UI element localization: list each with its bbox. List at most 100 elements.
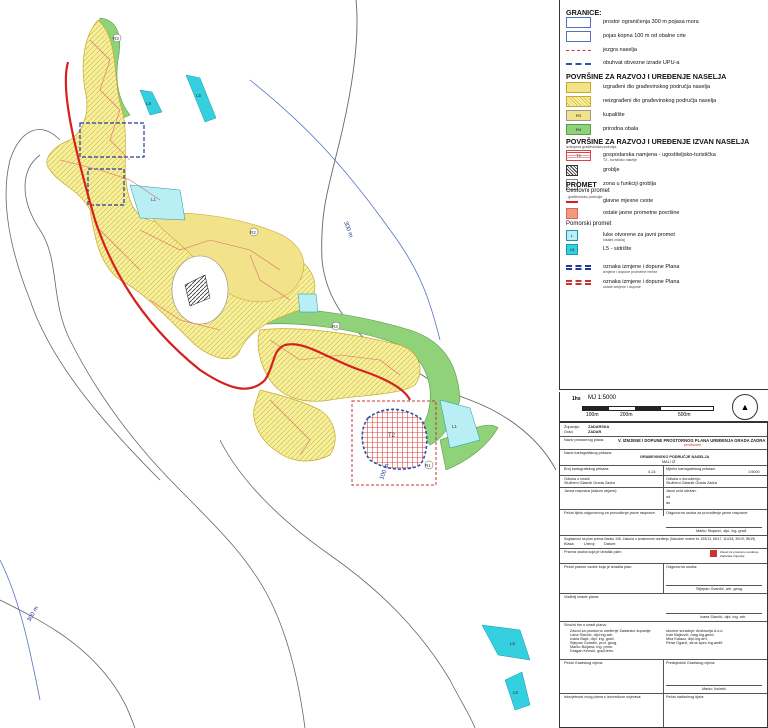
tb-divider: [560, 621, 767, 622]
tb-odgovorna-name: Marko Stojanić, dipl. ing. građ.: [696, 529, 748, 533]
legend-item-izgradeni: izgrađeni dio građevinskog područja nase…: [566, 82, 766, 94]
tb-mjerilo-label: Mjerilo kartografskog prikaza:: [666, 467, 716, 471]
tb-odg-osoba-name: Slijepan Gvardić, arh. geog.: [696, 587, 743, 591]
tb-sign-line: [666, 527, 762, 528]
legend-cestovni: Cestovni promet: [566, 188, 610, 194]
l1-label-east: L1: [452, 424, 458, 429]
map-canvas[interactable]: T2 R3 R2 R3 R1 L1 L1 L5 L5 L5 L5 300 m 3…: [0, 0, 558, 728]
tb-grad-label: Grad:: [564, 430, 574, 434]
tb-pecat-label: Pečat tijela odgovornog za provođenje ja…: [564, 511, 656, 515]
l5-label-2: L5: [196, 93, 202, 98]
legend-item-neizgradeni: neizgrađeni dio građevinskog područja na…: [566, 96, 766, 108]
tb-predsjednik-label: Predsjednik Gradskog vijeća:: [666, 661, 716, 665]
tb-izradivac-label: Pravna osoba koja je izradila plan:: [564, 550, 622, 554]
tb-broj: 4.13.: [648, 470, 657, 474]
l5-label-1: L5: [146, 101, 152, 106]
swatch-upu: [566, 63, 591, 65]
tb-od: od: [666, 495, 671, 499]
legend-naselja-title: POVRŠINE ZA RAZVOJ I UREĐENJE NASELJA: [566, 72, 727, 81]
tb-divider: [560, 593, 767, 594]
tb-kartografski-sub: MALI IŽ: [662, 460, 676, 464]
legend-izvan-subtitle: izdvojena građevinska područja: [566, 145, 617, 149]
tb-datum: Datum:: [604, 542, 617, 546]
legend-item-luke: L luke otvorene za javni promet lokalni …: [566, 230, 766, 242]
tb-grad: ZADAR: [588, 430, 602, 434]
legend-pomorski: Pomorski promet: [566, 221, 612, 227]
tb-divider: [560, 535, 767, 536]
tb-odgovorna-label: Odgovorna osoba za provođenje javne rasp…: [666, 511, 749, 515]
tb-sign-line: [666, 685, 762, 686]
tb-istovjetnost-label: Istovjetnost ovog plana s izvornikom ovj…: [564, 695, 642, 699]
swatch-groblje: [566, 165, 578, 176]
legend-item-izmjena-prometa: oznaka izmjene i dopune Plana izmjene i …: [566, 262, 766, 274]
r2-label-1: R2: [250, 230, 256, 235]
tb-do: do: [666, 501, 671, 505]
scale-tick-100: 100m: [586, 412, 599, 418]
tb-odg-osoba-label: Odgovorna osoba:: [666, 565, 698, 569]
scale-n: 1hs: [572, 396, 581, 402]
tb-izradivac-logo-txt: Zavod za prostorno uređenje Zadarske žup…: [720, 550, 759, 558]
port-l1-centre: [297, 293, 319, 313]
l5-label-3: L5: [510, 641, 516, 646]
tb-odluka2: Službeni Glasnik Grada Zadra: [666, 481, 717, 485]
swatch-300m: [566, 17, 591, 28]
swatch-izgradeni: [566, 82, 591, 93]
tb-divider: [560, 693, 767, 694]
label-300m-east: 300 m: [342, 221, 353, 239]
scale-ratio: MJ 1:5000: [588, 395, 617, 401]
legend-item-300m: prostor ograničenja 300 m pojasa mora: [566, 17, 766, 29]
scale-bar: [582, 406, 714, 411]
tb-urbroj: Urbroj:: [584, 542, 596, 546]
tb-plan-label: Naziv prostornog plana:: [564, 438, 605, 442]
tb-suglasnost: Suglasnost na plan prema članku 108. Zak…: [564, 537, 756, 541]
tourist-zone-t2: [361, 408, 428, 470]
tb-klasa: Klasa:: [564, 542, 575, 546]
anchorage-l5-north-2: [185, 74, 217, 123]
swatch-jezgra: [566, 50, 591, 51]
tb-voditelj-name: Ivana Slavčić, dipl. ing. arh.: [700, 615, 747, 619]
legend-item-groblje: groblje: [566, 165, 766, 177]
tb-javna-label: Javna rasprava (datum objave):: [564, 489, 618, 493]
tb-kartografski: GRAĐEVINSKO PODRUČJE NASELJA: [640, 455, 710, 459]
tb-pecat2-label: Pečat pravne osobe koja je izradila plan…: [564, 565, 633, 569]
r3-label-1: R3: [113, 36, 119, 41]
swatch-t2: T2: [566, 150, 591, 161]
l1-label-north: L1: [151, 197, 157, 202]
coastline-south: [0, 439, 476, 728]
tb-divider: [560, 509, 767, 510]
tb-broj-label: Broj kartografskog prikaza:: [564, 467, 610, 471]
tb-divider: [560, 436, 767, 437]
legend-panel: GRANICE: prostor ograničenja 300 m pojas…: [559, 0, 768, 390]
swatch-prirodna-obala: R4: [566, 124, 591, 135]
legend-granice-title: GRANICE:: [566, 8, 602, 17]
swatch-neizgradeni: [566, 96, 591, 107]
tb-divider: [560, 449, 767, 450]
swatch-kupaliste: R3: [566, 110, 591, 121]
tb-pecat3-label: Pečat Gradskog vijeća:: [564, 661, 604, 665]
r3-label-2: R3: [332, 324, 338, 329]
swatch-izmjena-prometa: [566, 265, 591, 270]
tb-tim2-3: Petar Ogarić, struč.spec.ing.aedif.: [666, 641, 724, 645]
scale-bar-panel: 1hs MJ 1:5000 100m 200m 500m ▲: [559, 392, 768, 422]
legend-item-prirodna-obala: R4 prirodna obala: [566, 124, 766, 136]
tb-divider: [560, 548, 767, 549]
legend-item-kupaliste: R3 kupalište: [566, 110, 766, 122]
tb-voditelj-label: Voditelj izrade plana:: [564, 595, 600, 599]
legend-item-100m: pojas kopna 100 m od obalne crte: [566, 31, 766, 43]
swatch-sidriste: L5: [566, 244, 578, 255]
swatch-glavne-ceste: [566, 201, 578, 203]
legend-item-izmjena-ostalo: oznaka izmjene i dopune Plana ostale izm…: [566, 277, 766, 289]
izradivac-logo: [710, 550, 717, 557]
legend-item-upu: obuhvat obvezne izrade UPU-a: [566, 58, 766, 70]
tb-odluka: Službeni Glasnik Grada Zadra: [564, 481, 615, 485]
tb-tim-5: Dragan Krinski, građ.tehn.: [570, 649, 615, 653]
limit-300m-west: [0, 559, 41, 701]
swatch-luke: L: [566, 230, 578, 241]
tb-mjerilo: 1:5000: [748, 470, 760, 474]
anchorage-l5-south-1: [481, 624, 531, 661]
tb-kartografski-label: Naziv kartografskog prikaza:: [564, 451, 612, 455]
tb-tim-label: Stručni tim u izradi plana:: [564, 623, 607, 627]
tb-sign-line: [666, 613, 762, 614]
swatch-100m: [566, 31, 591, 42]
tb-zupanija-label: Županija:: [564, 425, 580, 429]
